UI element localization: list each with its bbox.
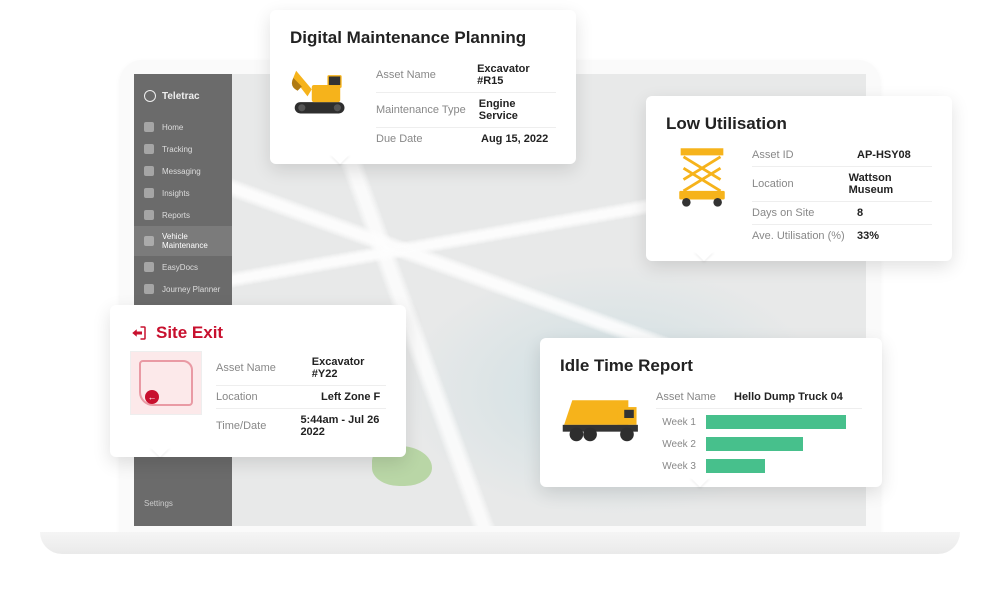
table-row: LocationLeft Zone F (216, 386, 386, 409)
sidebar-item-reports[interactable]: Reports (134, 204, 232, 226)
popup-title: Low Utilisation (666, 114, 932, 134)
sidebar-item-insights[interactable]: Insights (134, 182, 232, 204)
bar-week-3 (706, 459, 765, 473)
brand-logo-icon (144, 90, 156, 102)
popup-utilisation: Low Utilisation Asset IDAP-HSY08 Locatio… (646, 96, 952, 261)
table-row: Ave. Utilisation (%)33% (752, 225, 932, 247)
popup-title: Site Exit (130, 323, 386, 343)
wrench-icon (144, 236, 154, 246)
table-row: Asset NameExcavator #R15 (376, 58, 556, 93)
chart-icon (144, 188, 154, 198)
table-row: Asset NameExcavator #Y22 (216, 351, 386, 386)
sidebar-nav: Home Tracking Messaging Insights Reports… (134, 116, 232, 322)
bar-row: Week 2 (656, 437, 862, 451)
table-row: LocationWattson Museum (752, 167, 932, 202)
laptop-base (40, 532, 960, 554)
exit-icon (130, 324, 148, 342)
sidebar-settings[interactable]: Settings (134, 489, 232, 518)
home-icon (144, 122, 154, 132)
brand-name: Teletrac (162, 91, 200, 102)
table-row: Days on Site8 (752, 202, 932, 225)
sidebar: Teletrac Home Tracking Messaging Insight… (134, 74, 232, 526)
scissor-lift-icon (666, 144, 738, 208)
brand: Teletrac (134, 90, 232, 116)
table-row: Asset Name Hello Dump Truck 04 (656, 386, 862, 409)
sidebar-item-messaging[interactable]: Messaging (134, 160, 232, 182)
sidebar-item-easydocs[interactable]: EasyDocs (134, 256, 232, 278)
sidebar-item-home[interactable]: Home (134, 116, 232, 138)
sidebar-item-journey-planner[interactable]: Journey Planner (134, 278, 232, 300)
folder-icon (144, 262, 154, 272)
popup-idle-report: Idle Time Report Asset Name Hello Dump T… (540, 338, 882, 487)
dump-truck-icon (560, 386, 642, 450)
table-row: Maintenance TypeEngine Service (376, 93, 556, 128)
sidebar-item-tracking[interactable]: Tracking (134, 138, 232, 160)
document-icon (144, 210, 154, 220)
idle-bar-chart: Week 1 Week 2 Week 3 (656, 415, 862, 473)
table-row: Asset IDAP-HSY08 (752, 144, 932, 167)
sidebar-item-vehicle-maintenance[interactable]: Vehicle Maintenance (134, 226, 232, 256)
globe-icon (144, 144, 154, 154)
bar-row: Week 1 (656, 415, 862, 429)
table-row: Due DateAug 15, 2022 (376, 128, 556, 150)
table-row: Time/Date5:44am - Jul 26 2022 (216, 409, 386, 443)
popup-title: Digital Maintenance Planning (290, 28, 556, 48)
bar-week-2 (706, 437, 803, 451)
route-icon (144, 284, 154, 294)
message-icon (144, 166, 154, 176)
bar-row: Week 3 (656, 459, 862, 473)
popup-title: Idle Time Report (560, 356, 862, 376)
popup-site-exit: Site Exit ← Asset NameExcavator #Y22 Loc… (110, 305, 406, 457)
bar-week-1 (706, 415, 846, 429)
excavator-icon (290, 58, 362, 122)
site-minimap-icon: ← (130, 351, 202, 415)
popup-maintenance: Digital Maintenance Planning Asset NameE… (270, 10, 576, 164)
